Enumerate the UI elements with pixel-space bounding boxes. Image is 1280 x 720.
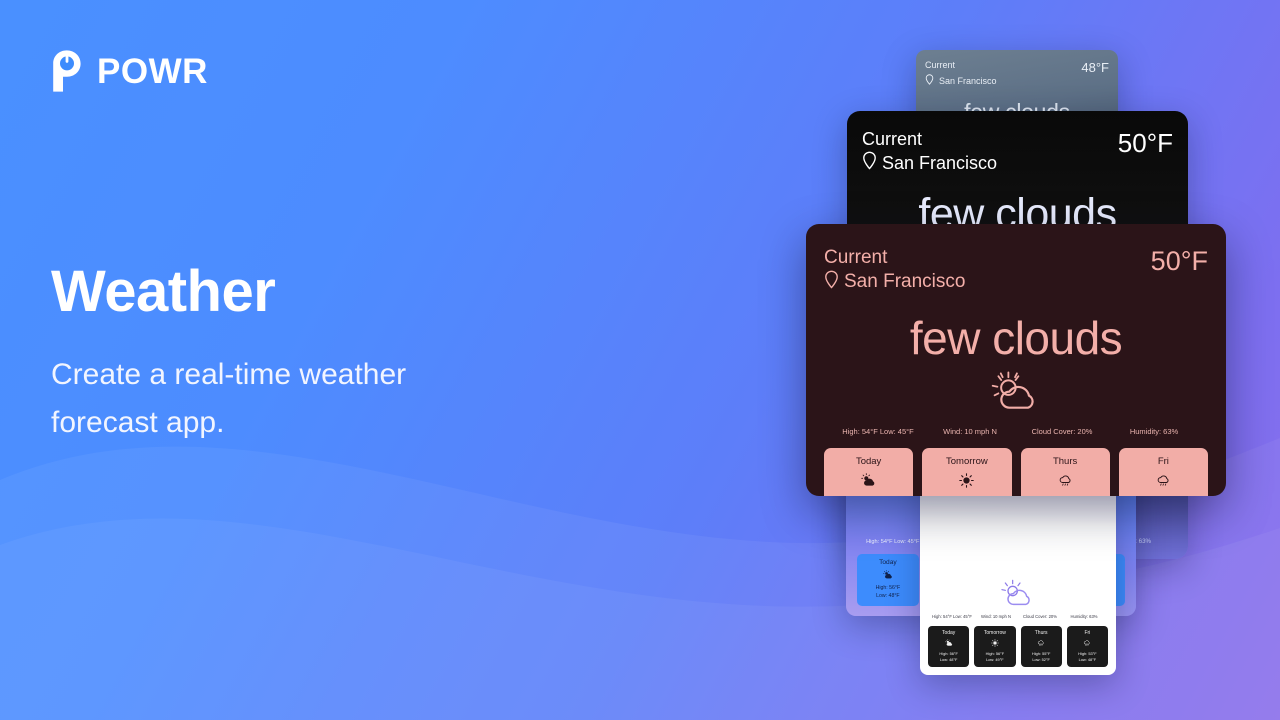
card-header: Current San Francisco 50°F [824, 246, 1208, 295]
sun-icon [959, 472, 975, 488]
forecast-high: High: 56°F [949, 495, 985, 496]
forecast-day-label: Today [941, 630, 956, 637]
forecast-day-label: Thurs [1052, 455, 1078, 467]
powr-wordmark: POWR [97, 51, 208, 91]
weather-stats: High: 54°F Low: 45°F Wind: 10 mph N Cloud … [928, 614, 1108, 619]
current-temperature: 50°F [1150, 246, 1208, 276]
forecast-day-label: Today [855, 455, 882, 467]
forecast-high: High: 56°F [875, 585, 901, 592]
powr-logo[interactable]: POWR [50, 50, 208, 92]
forecast-tile-thurs[interactable]: Thurs High: 55°F Low: 52°F [1020, 626, 1062, 667]
forecast-day-label: Tomorrow [983, 630, 1006, 637]
sun-behind-cloud-icon [883, 570, 893, 580]
forecast-low: Low: 48°F [1078, 656, 1097, 662]
powr-power-p-icon [50, 50, 84, 92]
card-header: Current San Francisco 50°F [862, 128, 1173, 176]
rain-cloud-icon [1156, 473, 1171, 488]
weather-stat-1: Wind: 10 mph N [980, 614, 1012, 620]
forecast-low: Low: 52°F [1032, 656, 1050, 662]
current-block: Current San Francisco [862, 128, 997, 176]
forecast-tile-today[interactable]: Today High: 56°F Low: 48°F [928, 626, 970, 667]
forecast-day-label: Thurs [1034, 630, 1048, 637]
weather-stat-3: Humidity: 63% [1070, 614, 1098, 620]
current-temperature: 48°F [1081, 60, 1109, 75]
weather-stat-3: Humidity: 63% [1129, 426, 1179, 436]
weather-stat-1: Wind: 10 mph N [943, 426, 997, 436]
forecast-low: Low: 48°F [939, 656, 958, 662]
forecast-day-label: Fri [1084, 630, 1091, 637]
current-label: Current [824, 247, 888, 268]
sun-behind-cloud-icon [944, 639, 953, 647]
location-pin-icon [824, 270, 839, 295]
condition-text: few clouds [909, 311, 1123, 364]
weather-stat-0: High: 54°F Low: 45°F [842, 426, 914, 436]
rain-cloud-icon [1058, 473, 1073, 488]
forecast-high: High: 55°F [1047, 495, 1083, 496]
sun-behind-cloud-icon [824, 371, 1208, 411]
current-label: Current [925, 60, 956, 70]
rain-cloud-icon [1037, 639, 1045, 647]
forecast-high: High: 56°F [851, 495, 887, 496]
weather-stat-0: High: 54°F Low: 45°F [866, 539, 920, 546]
location: San Francisco [925, 71, 997, 91]
sun-icon [990, 639, 999, 647]
rain-cloud-icon [1083, 639, 1091, 647]
weather-stats: High: 54°F Low: 45°F Wind: 10 mph N Cloud … [824, 427, 1208, 436]
sun-behind-cloud-icon [861, 472, 876, 488]
forecast-day-label: Fri [1157, 455, 1169, 467]
current-block: Current San Francisco [925, 60, 997, 91]
city-name: San Francisco [939, 75, 997, 86]
hero-section: Weather Create a real-time weather forec… [51, 259, 671, 447]
forecast-low: Low: 48°F [876, 592, 900, 599]
page-title: Weather [51, 259, 276, 324]
city-name: San Francisco [882, 152, 998, 173]
forecast-high: High: 53°F [1146, 495, 1182, 496]
card-header: Current San Francisco 48°F [925, 60, 1109, 91]
weather-card-front[interactable]: Current San Francisco 50°F few clouds Hi… [806, 224, 1226, 496]
forecast-low: Low: 49°F [986, 656, 1004, 662]
forecast-tile-tomorrow[interactable]: Tomorrow High: 56°F Low: 49°F [974, 626, 1016, 667]
forecast-tile-tomorrow[interactable]: Tomorrow High: 56°F Low: 49°F [922, 447, 1012, 496]
forecast-tiles: Today High: 56°F Low: 48°F Tomorrow [928, 626, 1108, 667]
forecast-day-label: Today [879, 559, 897, 567]
location-pin-icon [862, 151, 877, 176]
forecast-tile-today[interactable]: Today High: 56°F Low: 48°F [857, 554, 919, 606]
current-block: Current San Francisco [824, 246, 965, 295]
page-subtitle: Create a real-time weather forecast app. [51, 357, 407, 439]
city-name: San Francisco [844, 271, 966, 293]
location: San Francisco [862, 151, 997, 176]
current-label: Current [862, 129, 923, 149]
location: San Francisco [824, 270, 965, 295]
sun-behind-cloud-icon [928, 579, 1108, 607]
forecast-tile-fri[interactable]: Fri High: 53°F Low: 48°F [1066, 626, 1108, 667]
forecast-day-label: Tomorrow [946, 455, 988, 467]
weather-stat-0: High: 54°F Low: 45°F [932, 614, 972, 620]
weather-stat-2: Cloud Cover: 20% [1031, 426, 1093, 436]
forecast-tiles: Today High: 56°F Low: 48°F Tomorrow [824, 447, 1208, 496]
current-temperature: 50°F [1117, 128, 1173, 158]
forecast-tile-today[interactable]: Today High: 56°F Low: 48°F [824, 447, 914, 496]
forecast-tile-fri[interactable]: Fri High: 53°F Low: 48°F [1118, 447, 1208, 496]
weather-stat-2: Cloud Cover: 20% [1023, 614, 1057, 620]
forecast-tile-thurs[interactable]: Thurs High: 55°F Low: 52°F [1020, 447, 1110, 496]
location-pin-icon [925, 71, 934, 91]
